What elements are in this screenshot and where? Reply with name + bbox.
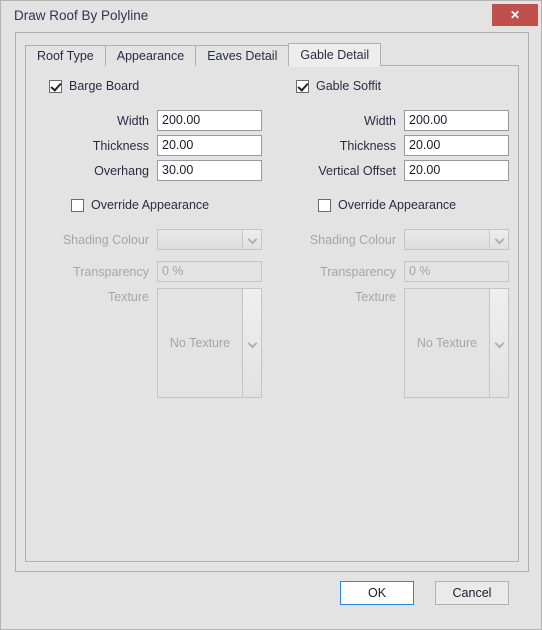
barge-board-transparency-row: Transparency 0 % (39, 261, 279, 282)
tab-gable-detail[interactable]: Gable Detail (288, 43, 382, 67)
gable-soffit-thickness-row: Thickness 20.00 (286, 135, 526, 156)
gable-soffit-override-row[interactable]: Override Appearance (318, 198, 456, 212)
gable-soffit-shading-colour-label: Shading Colour (309, 232, 396, 247)
barge-board-texture-picker[interactable]: No Texture (157, 288, 262, 398)
gable-soffit-texture-picker[interactable]: No Texture (404, 288, 509, 398)
barge-board-checkbox-row[interactable]: Barge Board (49, 79, 139, 93)
gable-soffit-thickness-input[interactable]: 20.00 (404, 135, 509, 156)
gable-soffit-shading-colour-combo[interactable] (404, 229, 509, 250)
barge-board-override-label: Override Appearance (91, 198, 210, 212)
dialog-title: Draw Roof By Polyline (14, 8, 149, 23)
gable-soffit-transparency-label: Transparency (320, 264, 396, 279)
gable-soffit-width-label: Width (364, 113, 396, 128)
barge-board-shading-colour-combo[interactable] (157, 229, 262, 250)
gable-soffit-group: Gable Soffit Width 200.00 Thickness 20.0… (286, 66, 526, 561)
gable-soffit-transparency-input[interactable]: 0 % (404, 261, 509, 282)
barge-board-width-label: Width (117, 113, 149, 128)
barge-board-transparency-label: Transparency (73, 264, 149, 279)
cancel-button[interactable]: Cancel (435, 581, 509, 605)
chevron-down-icon[interactable] (490, 289, 508, 397)
gable-soffit-checkbox[interactable] (296, 79, 309, 93)
gable-soffit-thickness-label: Thickness (339, 138, 396, 153)
gable-soffit-label: Gable Soffit (316, 79, 382, 93)
gable-soffit-vertical-offset-row: Vertical Offset 20.00 (286, 160, 526, 181)
gable-soffit-shading-colour-row: Shading Colour (286, 229, 526, 250)
close-button[interactable]: ✕ (492, 4, 538, 26)
barge-board-thickness-row: Thickness 20.00 (39, 135, 279, 156)
barge-board-transparency-input[interactable]: 0 % (157, 261, 262, 282)
barge-board-width-row: Width 200.00 (39, 110, 279, 131)
barge-board-override-row[interactable]: Override Appearance (71, 198, 209, 212)
barge-board-checkbox[interactable] (49, 79, 62, 93)
barge-board-override-checkbox[interactable] (71, 198, 84, 212)
barge-board-texture-row: Texture No Texture (39, 288, 279, 398)
tab-control: Roof Type Appearance Eaves Detail Gable … (15, 32, 529, 572)
barge-board-label: Barge Board (69, 79, 140, 93)
gable-soffit-override-label: Override Appearance (338, 198, 457, 212)
gable-soffit-shading-colour-value (405, 230, 489, 249)
gable-soffit-vertical-offset-label: Vertical Offset (318, 163, 396, 178)
gable-soffit-texture-row: Texture No Texture (286, 288, 526, 398)
barge-board-shading-colour-row: Shading Colour (39, 229, 279, 250)
barge-board-shading-colour-value (158, 230, 242, 249)
barge-board-thickness-label: Thickness (92, 138, 149, 153)
gable-soffit-width-input[interactable]: 200.00 (404, 110, 509, 131)
gable-soffit-transparency-row: Transparency 0 % (286, 261, 526, 282)
chevron-down-icon (489, 230, 508, 249)
barge-board-group: Barge Board Width 200.00 Thickness 20.00… (39, 66, 279, 561)
gable-soffit-texture-label: Texture (355, 290, 396, 304)
tab-strip: Roof Type Appearance Eaves Detail Gable … (25, 43, 382, 67)
chevron-down-icon (242, 230, 261, 249)
tab-page-gable-detail: Barge Board Width 200.00 Thickness 20.00… (25, 65, 519, 562)
barge-board-width-input[interactable]: 200.00 (157, 110, 262, 131)
barge-board-texture-label: Texture (108, 290, 149, 304)
close-icon: ✕ (509, 8, 521, 22)
gable-soffit-width-row: Width 200.00 (286, 110, 526, 131)
dialog-window: Draw Roof By Polyline ✕ Roof Type Appear… (0, 0, 542, 630)
barge-board-texture-value: No Texture (158, 289, 243, 397)
gable-soffit-texture-value: No Texture (405, 289, 490, 397)
gable-soffit-vertical-offset-input[interactable]: 20.00 (404, 160, 509, 181)
chevron-down-icon[interactable] (243, 289, 261, 397)
barge-board-overhang-row: Overhang 30.00 (39, 160, 279, 181)
barge-board-shading-colour-label: Shading Colour (62, 232, 149, 247)
gable-soffit-checkbox-row[interactable]: Gable Soffit (296, 79, 381, 93)
gable-soffit-override-checkbox[interactable] (318, 198, 331, 212)
barge-board-overhang-label: Overhang (94, 163, 149, 178)
ok-button[interactable]: OK (340, 581, 414, 605)
tab-roof-type[interactable]: Roof Type (25, 45, 106, 66)
barge-board-thickness-input[interactable]: 20.00 (157, 135, 262, 156)
tab-eaves-detail[interactable]: Eaves Detail (195, 45, 290, 66)
tab-appearance[interactable]: Appearance (104, 45, 197, 66)
barge-board-overhang-input[interactable]: 30.00 (157, 160, 262, 181)
title-bar: Draw Roof By Polyline ✕ (1, 1, 541, 31)
